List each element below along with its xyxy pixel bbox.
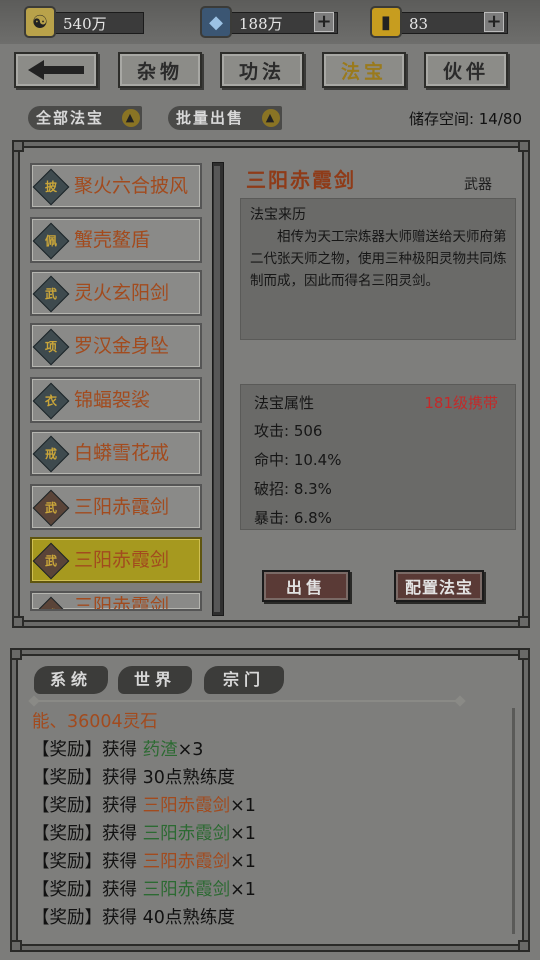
- attr-attack: 攻击: 506: [254, 422, 323, 440]
- arrow-up-icon: ▲: [262, 109, 280, 127]
- attr-crit: 暴击: 6.8%: [254, 509, 332, 527]
- resource-coin: 540万 ☯: [24, 6, 144, 38]
- corner-ornament: [518, 140, 530, 152]
- arrow-up-icon: ▲: [122, 109, 140, 127]
- item-badge-icon: 项: [32, 328, 70, 366]
- treasure-list-item[interactable]: 武 灵火玄阳剑: [30, 270, 202, 316]
- corner-ornament: [518, 616, 530, 628]
- chat-line: 【奖励】获得 药渣×3: [32, 740, 204, 760]
- chat-line: 【奖励】获得 40点熟练度: [32, 908, 235, 928]
- treasure-list-item[interactable]: 佩 蟹壳鳌盾: [30, 217, 202, 263]
- coin-amount: 540万: [52, 12, 144, 34]
- resource-gold: 83 ▮ +: [370, 6, 510, 38]
- item-name: 白蟒雪花戒: [74, 442, 170, 464]
- attribute-label: 法宝属性: [254, 394, 315, 412]
- origin-text: 相传为天工宗炼器大师赠送给天师府第二代张天师之物，使用三种极阳灵物共同炼制而成，…: [250, 229, 507, 289]
- corner-ornament: [12, 616, 24, 628]
- gold-plus-button[interactable]: +: [484, 12, 504, 32]
- filter-all-label: 全部法宝: [36, 109, 105, 127]
- corner-ornament: [12, 140, 24, 152]
- treasure-list-item[interactable]: 武 三阳赤霞剑: [30, 591, 202, 611]
- storage-space: 储存空间: 14/80: [408, 110, 522, 128]
- corner-ornament: [10, 940, 22, 952]
- item-list-scroll-thumb[interactable]: [214, 166, 220, 612]
- attr-break: 破招: 8.3%: [254, 480, 332, 498]
- treasure-list-item[interactable]: 戒 白蟒雪花戒: [30, 430, 202, 476]
- corner-ornament: [518, 940, 530, 952]
- item-badge-icon: 武: [32, 542, 70, 580]
- item-badge-icon: 披: [32, 168, 70, 206]
- treasure-list-item[interactable]: 项 罗汉金身坠: [30, 323, 202, 369]
- treasure-title: 三阳赤霞剑: [246, 168, 356, 192]
- gold-ingot-icon: ▮: [370, 6, 402, 38]
- chat-line: 【奖励】获得 30点熟练度: [32, 768, 235, 788]
- item-name: 三阳赤霞剑: [74, 496, 170, 518]
- item-name: 锦蝠袈裟: [74, 389, 151, 411]
- chat-tab-system[interactable]: 系统: [34, 666, 108, 694]
- tab-skills[interactable]: 功法: [220, 52, 304, 88]
- tab-misc[interactable]: 杂物: [118, 52, 202, 88]
- filter-batch-sell[interactable]: 批量出售 ▲: [168, 106, 282, 130]
- chat-line: 【奖励】获得 三阳赤霞剑×1: [32, 824, 256, 844]
- item-name: 罗汉金身坠: [74, 335, 170, 357]
- treasure-list-item[interactable]: 武 三阳赤霞剑: [30, 484, 202, 530]
- equip-treasure-button[interactable]: 配置法宝: [394, 570, 484, 602]
- chat-scrollbar[interactable]: [512, 708, 515, 934]
- treasure-list-item[interactable]: 衣 锦蝠袈裟: [30, 377, 202, 423]
- level-requirement: 181级携带: [424, 394, 498, 412]
- item-name: 灵火玄阳剑: [74, 282, 170, 304]
- tab-partners[interactable]: 伙伴: [424, 52, 508, 88]
- corner-ornament: [10, 648, 22, 660]
- spirit-stone-plus-button[interactable]: +: [314, 12, 334, 32]
- chat-tab-world[interactable]: 世界: [118, 666, 192, 694]
- item-name: 三阳赤霞剑: [74, 549, 170, 571]
- sell-button[interactable]: 出售: [262, 570, 350, 602]
- tab-treasures[interactable]: 法宝: [322, 52, 406, 88]
- item-name: 聚火六合披风: [74, 175, 189, 197]
- item-badge-icon: 佩: [32, 222, 70, 260]
- item-badge-icon: 戒: [32, 435, 70, 473]
- chat-divider: [34, 700, 460, 702]
- spirit-stone-icon: ◆: [200, 6, 232, 38]
- corner-ornament: [518, 648, 530, 660]
- treasure-list-item-selected[interactable]: 武 三阳赤霞剑: [30, 537, 202, 583]
- treasure-list-item[interactable]: 披 聚火六合披风: [30, 163, 202, 209]
- attr-accuracy: 命中: 10.4%: [254, 451, 342, 469]
- filter-batch-label: 批量出售: [176, 109, 245, 127]
- back-button[interactable]: [14, 52, 98, 88]
- filter-all-treasures[interactable]: 全部法宝 ▲: [28, 106, 142, 130]
- resource-spirit-stone: 188万 ◆ +: [200, 6, 340, 38]
- treasure-type: 武器: [464, 177, 492, 193]
- coin-icon: ☯: [24, 6, 56, 38]
- item-name: 蟹壳鳌盾: [74, 229, 151, 251]
- item-badge-icon: 武: [32, 489, 70, 527]
- chat-line: 【奖励】获得 三阳赤霞剑×1: [32, 880, 256, 900]
- chat-line: 能、36004灵石: [32, 712, 158, 732]
- origin-label: 法宝来历: [250, 207, 306, 223]
- item-name: 三阳赤霞剑: [74, 595, 170, 611]
- chat-line: 【奖励】获得 三阳赤霞剑×1: [32, 796, 256, 816]
- item-badge-icon: 武: [32, 275, 70, 313]
- chat-line: 【奖励】获得 三阳赤霞剑×1: [32, 852, 256, 872]
- back-arrow-icon: [28, 60, 84, 80]
- item-badge-icon: 衣: [32, 382, 70, 420]
- item-badge-icon: 武: [32, 596, 70, 609]
- chat-tab-sect[interactable]: 宗门: [204, 666, 284, 694]
